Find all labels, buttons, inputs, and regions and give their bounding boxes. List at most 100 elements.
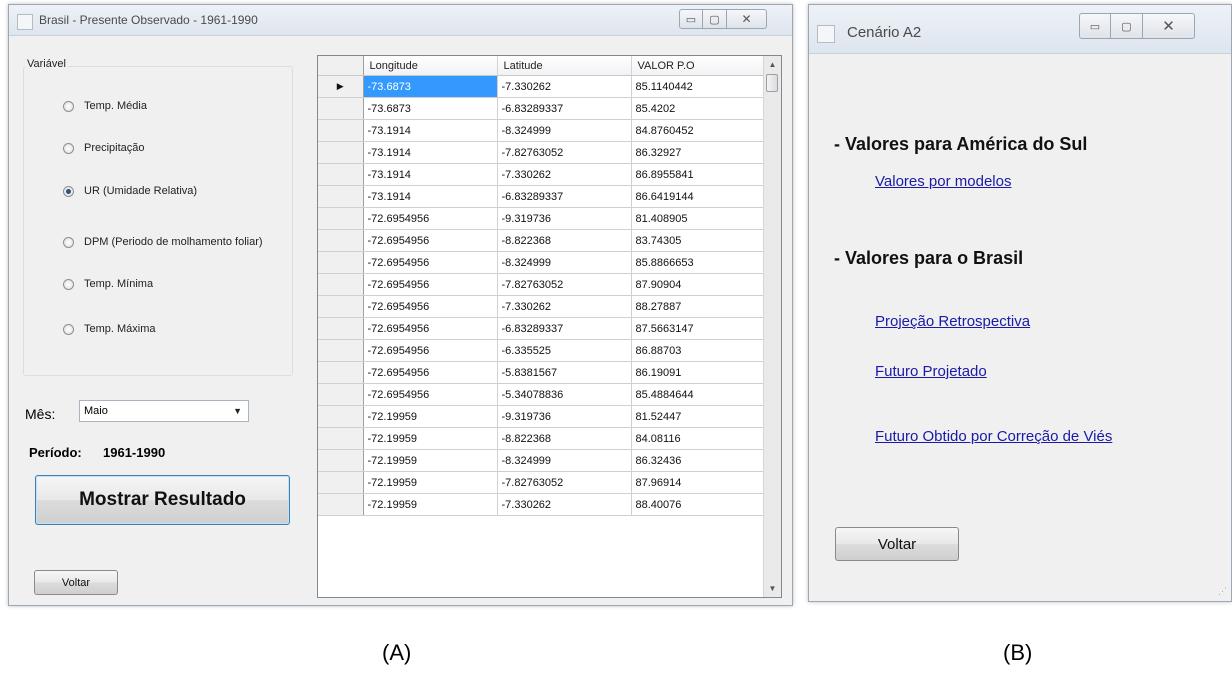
cell-latitude[interactable]: -8.822368 [497,229,632,252]
cell-longitude[interactable]: -72.19959 [363,449,498,472]
cell-latitude[interactable]: -6.83289337 [497,317,632,340]
cell-longitude[interactable]: -73.1914 [363,185,498,208]
cell-longitude[interactable]: -72.6954956 [363,207,498,230]
cell-valor[interactable]: 87.90904 [631,273,765,296]
cell-valor[interactable]: 85.8866653 [631,251,765,274]
radio-temp-media[interactable]: Temp. Média [63,100,147,112]
cell-valor[interactable]: 88.40076 [631,493,765,516]
cell-latitude[interactable]: -7.330262 [497,493,632,516]
cell-valor[interactable]: 81.408905 [631,207,765,230]
column-header-valor[interactable]: VALOR P.O [631,56,765,76]
radio-button[interactable] [63,100,74,112]
back-button-a[interactable]: Voltar [34,570,118,595]
minimize-icon[interactable]: ▭ [679,9,703,29]
table-row[interactable]: -72.6954956 -8.324999 85.8866653 [318,251,765,274]
row-header-cell[interactable] [318,471,364,494]
table-row[interactable]: ▶ -73.6873 -7.330262 85.1140442 [318,75,765,98]
cell-valor[interactable]: 81.52447 [631,405,765,428]
cell-valor[interactable]: 86.8955841 [631,163,765,186]
column-header-longitude[interactable]: Longitude [363,56,498,76]
row-header-cell[interactable] [318,229,364,252]
scroll-down-icon[interactable]: ▼ [764,580,781,597]
row-header-cell[interactable] [318,207,364,230]
cell-longitude[interactable]: -72.6954956 [363,229,498,252]
link-bias-corrected-future[interactable]: Futuro Obtido por Correção de Viés [875,428,1112,445]
radio-button[interactable] [63,278,74,290]
window-a-titlebar[interactable]: Brasil - Presente Observado - 1961-1990 … [9,5,792,36]
results-grid[interactable]: Longitude Latitude VALOR P.O ▶ -73.6873 -7… [317,55,782,598]
row-header-cell[interactable] [318,339,364,362]
table-row[interactable]: -73.6873 -6.83289337 85.4202 [318,97,765,120]
row-header-cell[interactable] [318,163,364,186]
cell-latitude[interactable]: -7.82763052 [497,471,632,494]
back-button-b[interactable]: Voltar [835,527,959,561]
cell-longitude[interactable]: -72.19959 [363,427,498,450]
scroll-thumb[interactable] [766,74,778,92]
table-row[interactable]: -72.6954956 -5.8381567 86.19091 [318,361,765,384]
maximize-icon[interactable]: ▢ [703,9,727,29]
radio-temp-minima[interactable]: Temp. Mínima [63,278,153,290]
grid-vertical-scrollbar[interactable]: ▲ ▼ [763,56,781,597]
table-row[interactable]: -73.1914 -6.83289337 86.6419144 [318,185,765,208]
scroll-up-icon[interactable]: ▲ [764,56,781,73]
table-row[interactable]: -72.6954956 -8.822368 83.74305 [318,229,765,252]
row-header-cell[interactable] [318,119,364,142]
radio-button-checked[interactable] [63,185,74,197]
cell-longitude[interactable]: -73.1914 [363,141,498,164]
radio-temp-maxima[interactable]: Temp. Máxima [63,323,156,335]
table-row[interactable]: -72.6954956 -6.335525 86.88703 [318,339,765,362]
table-row[interactable]: -73.1914 -8.324999 84.8760452 [318,119,765,142]
table-row[interactable]: -72.19959 -7.330262 88.40076 [318,493,765,516]
cell-longitude[interactable]: -72.19959 [363,471,498,494]
show-result-button[interactable]: Mostrar Resultado [35,475,290,525]
cell-valor[interactable]: 84.8760452 [631,119,765,142]
cell-latitude[interactable]: -7.82763052 [497,141,632,164]
cell-longitude[interactable]: -72.6954956 [363,339,498,362]
cell-valor[interactable]: 84.08116 [631,427,765,450]
cell-valor[interactable]: 83.74305 [631,229,765,252]
radio-button[interactable] [63,236,74,248]
radio-button[interactable] [63,323,74,335]
cell-latitude[interactable]: -9.319736 [497,207,632,230]
cell-latitude[interactable]: -6.83289337 [497,97,632,120]
column-header-latitude[interactable]: Latitude [497,56,632,76]
cell-longitude[interactable]: -73.6873 [363,75,498,98]
table-row[interactable]: -72.6954956 -7.330262 88.27887 [318,295,765,318]
cell-valor[interactable]: 86.88703 [631,339,765,362]
cell-valor[interactable]: 86.32927 [631,141,765,164]
cell-latitude[interactable]: -8.822368 [497,427,632,450]
cell-longitude[interactable]: -72.19959 [363,405,498,428]
table-row[interactable]: -72.19959 -8.822368 84.08116 [318,427,765,450]
cell-latitude[interactable]: -5.8381567 [497,361,632,384]
cell-latitude[interactable]: -9.319736 [497,405,632,428]
cell-longitude[interactable]: -73.1914 [363,163,498,186]
cell-valor[interactable]: 87.5663147 [631,317,765,340]
cell-valor[interactable]: 85.1140442 [631,75,765,98]
radio-precipitacao[interactable]: Precipitação [63,142,145,154]
row-header-cell[interactable] [318,317,364,340]
cell-latitude[interactable]: -7.330262 [497,75,632,98]
cell-latitude[interactable]: -7.82763052 [497,273,632,296]
cell-longitude[interactable]: -72.6954956 [363,383,498,406]
cell-longitude[interactable]: -72.6954956 [363,295,498,318]
cell-valor[interactable]: 85.4884644 [631,383,765,406]
table-row[interactable]: -72.19959 -8.324999 86.32436 [318,449,765,472]
table-row[interactable]: -72.6954956 -9.319736 81.408905 [318,207,765,230]
cell-latitude[interactable]: -5.34078836 [497,383,632,406]
maximize-icon[interactable]: ▢ [1111,13,1143,39]
radio-dpm[interactable]: DPM (Periodo de molhamento foliar) [63,236,263,248]
chevron-down-icon[interactable]: ▼ [233,406,242,416]
row-header-cell[interactable] [318,97,364,120]
cell-latitude[interactable]: -8.324999 [497,251,632,274]
table-row[interactable]: -72.6954956 -6.83289337 87.5663147 [318,317,765,340]
table-row[interactable]: -73.1914 -7.330262 86.8955841 [318,163,765,186]
cell-valor[interactable]: 86.32436 [631,449,765,472]
row-header-cell[interactable] [318,141,364,164]
table-row[interactable]: -72.6954956 -7.82763052 87.90904 [318,273,765,296]
radio-ur[interactable]: UR (Umidade Relativa) [63,185,197,197]
cell-latitude[interactable]: -6.335525 [497,339,632,362]
cell-longitude[interactable]: -72.6954956 [363,361,498,384]
link-values-by-model[interactable]: Valores por modelos [875,173,1011,190]
row-header-cell[interactable] [318,273,364,296]
table-row[interactable]: -72.6954956 -5.34078836 85.4884644 [318,383,765,406]
